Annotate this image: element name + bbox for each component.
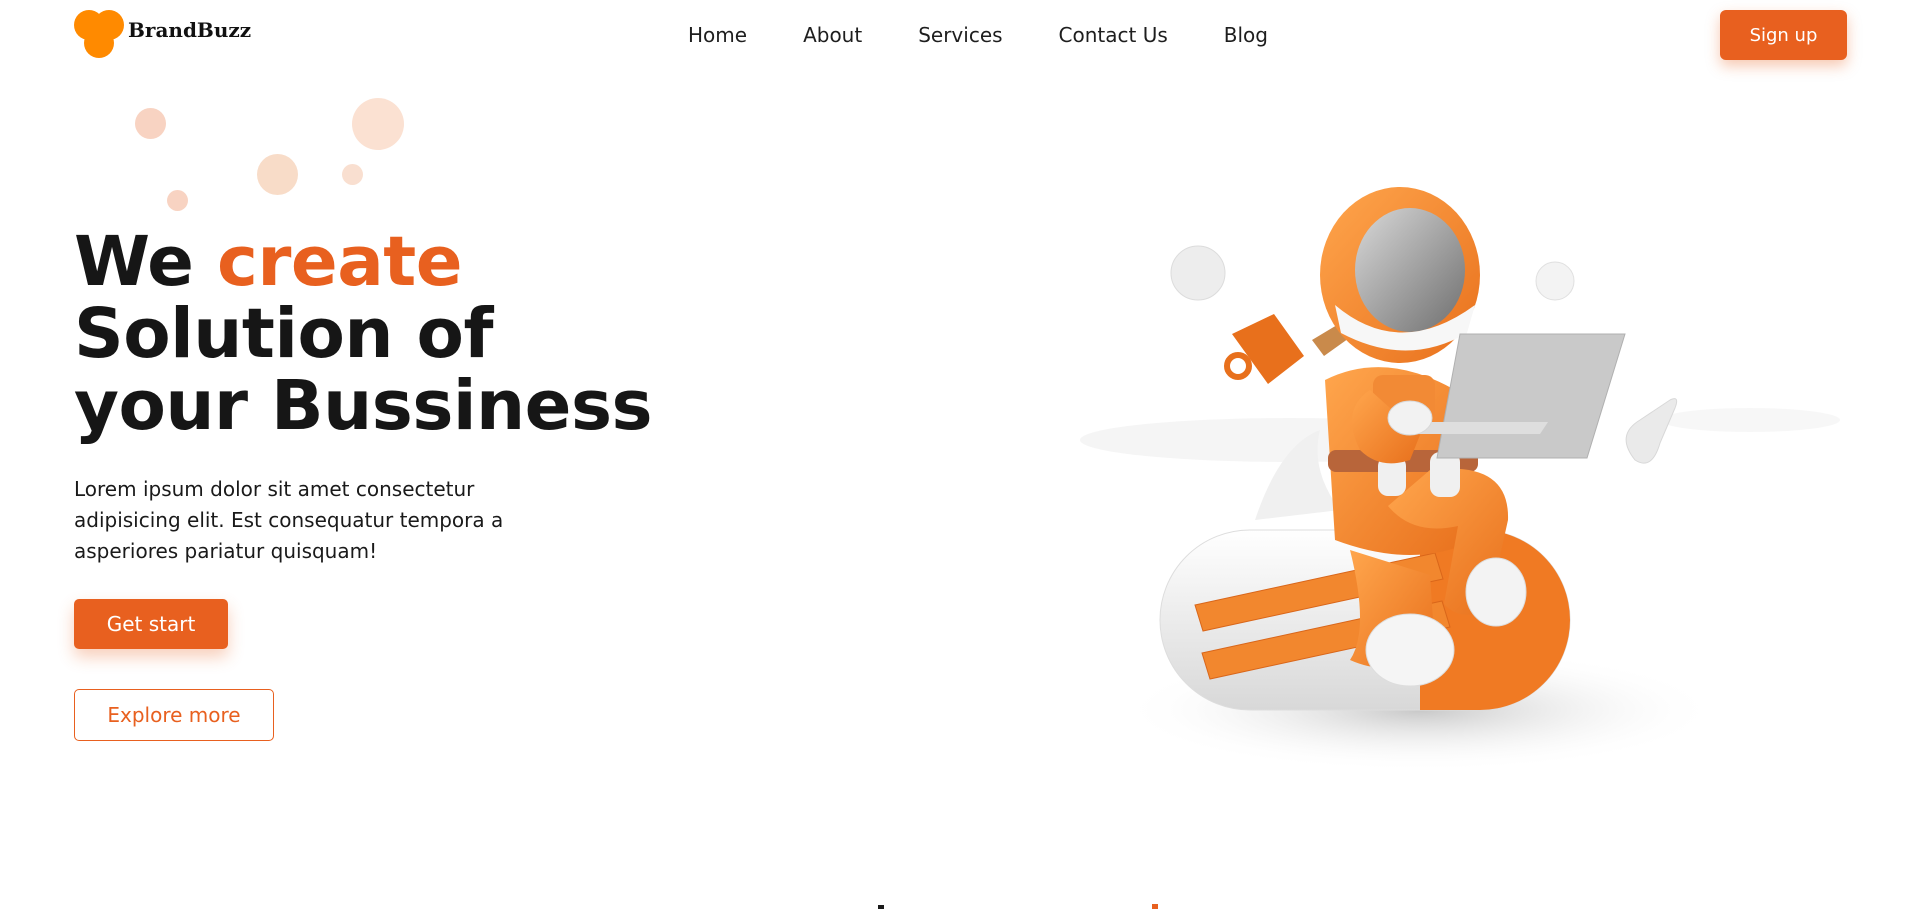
logo[interactable]: BrandBuzz [74, 8, 251, 58]
logo-icon [74, 8, 128, 58]
brand-name: BrandBuzz [128, 18, 252, 42]
astronaut-illustration [1080, 187, 1840, 772]
decorative-bubble [167, 190, 188, 211]
hero-description: Lorem ipsum dolor sit amet consectetur a… [74, 477, 504, 563]
nav-about[interactable]: About [803, 23, 862, 47]
nav-blog[interactable]: Blog [1224, 23, 1268, 47]
decorative-bubble [352, 98, 404, 150]
headline-line3: your Bussiness [74, 366, 653, 446]
hero-headline: We create Solution of your Bussiness [74, 226, 653, 442]
nav-contact-us[interactable]: Contact Us [1059, 23, 1168, 47]
decorative-bubble [135, 108, 166, 139]
decorative-bubble [342, 164, 363, 185]
nav-home[interactable]: Home [688, 23, 747, 47]
decorative-bubble [257, 154, 298, 195]
headline-line2: Solution of [74, 294, 493, 374]
headline-part1: We [74, 222, 217, 302]
main-nav: Home About Services Contact Us Blog [688, 23, 1268, 47]
explore-more-button[interactable]: Explore more [74, 689, 274, 741]
signup-button[interactable]: Sign up [1720, 10, 1847, 60]
next-section-heading-glyphs [878, 904, 1158, 909]
headline-accent: create [216, 222, 463, 302]
get-start-button[interactable]: Get start [74, 599, 228, 649]
nav-services[interactable]: Services [918, 23, 1002, 47]
